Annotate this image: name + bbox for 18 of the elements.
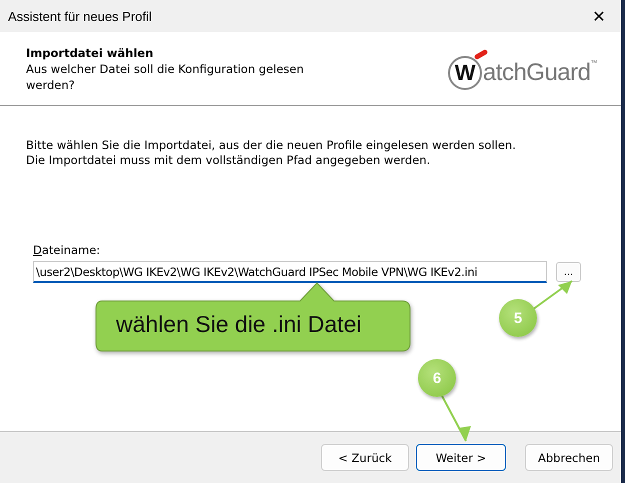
instruction-text: Bitte wählen Sie die Importdatei, aus der die neuen Profile eingelesen werden sollen. — [26, 138, 517, 153]
page-subtitle: Aus welcher Datei soll die Konfiguration gelesen werden? — [26, 60, 305, 92]
wizard-button[interactable]: Weiter > — [416, 444, 506, 471]
window-title: Assistent für neues Profil — [8, 8, 152, 24]
arrow — [531, 280, 573, 311]
instruction-text: Die Importdatei muss mit dem vollständigen Pfad angegeben werden. — [26, 153, 432, 168]
step-badge: 5 — [499, 299, 537, 337]
browse-button[interactable]: ... — [556, 262, 581, 282]
field-label: Dateiname: — [33, 243, 102, 257]
filename-field[interactable]: \user2\Desktop\WG IKEv2\WG IKEv2\WatchGuard IPSec Mobile VPN\WG IKEv2.ini — [33, 261, 547, 283]
callout-text: wählen Sie die .ini Datei — [116, 311, 362, 338]
arrow — [440, 394, 471, 442]
step-badge: 6 — [418, 359, 456, 397]
wizard-button[interactable]: < Zurück — [321, 444, 409, 471]
wizard-button[interactable]: Abbrechen — [525, 444, 613, 471]
logo: W atchGuard$^{™}$ — [448, 48, 597, 90]
close-button[interactable]: ✕ — [577, 0, 621, 32]
page-title: Importdatei wählen — [26, 44, 154, 60]
